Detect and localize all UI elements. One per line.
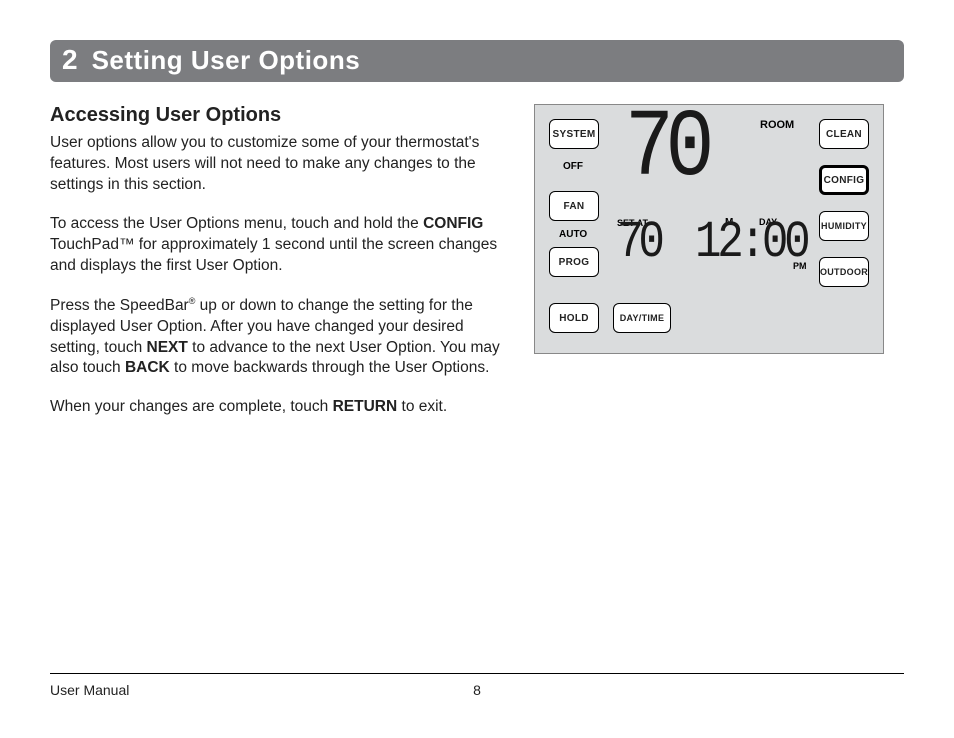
- page-footer: User Manual 8: [50, 673, 904, 698]
- chapter-title: Setting User Options: [92, 45, 361, 76]
- chapter-header-bar: 2 Setting User Options: [50, 40, 904, 82]
- paragraph-1: User options allow you to customize some…: [50, 133, 510, 196]
- text: TouchPad™ for approximately 1 second unt…: [50, 236, 497, 274]
- pm-label: PM: [793, 261, 807, 271]
- content-row: Accessing User Options User options allo…: [50, 104, 904, 436]
- config-button: CONFIG: [819, 165, 869, 195]
- bold-return: RETURN: [333, 398, 398, 415]
- prog-button: PROG: [549, 247, 599, 277]
- system-button: SYSTEM: [549, 119, 599, 149]
- text-column: Accessing User Options User options allo…: [50, 104, 510, 436]
- bold-back: BACK: [125, 359, 170, 376]
- text: Press the SpeedBar: [50, 297, 189, 314]
- humidity-button: HUMIDITY: [819, 211, 869, 241]
- hold-button: HOLD: [549, 303, 599, 333]
- outdoor-button: OUTDOOR: [819, 257, 869, 287]
- clean-button: CLEAN: [819, 119, 869, 149]
- text: to move backwards through the User Optio…: [170, 359, 490, 376]
- off-label: OFF: [563, 161, 583, 172]
- section-heading: Accessing User Options: [50, 104, 510, 127]
- set-temp-display: 70: [617, 217, 660, 269]
- text: To access the User Options menu, touch a…: [50, 215, 423, 232]
- daytime-button: DAY/TIME: [613, 303, 671, 333]
- time-display: 12:00: [695, 217, 806, 269]
- bold-config: CONFIG: [423, 215, 483, 232]
- thermostat-illustration: SYSTEM OFF FAN AUTO PROG HOLD DAY/TIME C…: [534, 104, 884, 354]
- footer-page-number: 8: [467, 682, 487, 698]
- auto-label: AUTO: [559, 229, 587, 240]
- paragraph-4: When your changes are complete, touch RE…: [50, 397, 510, 418]
- text: When your changes are complete, touch: [50, 398, 333, 415]
- fan-button: FAN: [549, 191, 599, 221]
- main-temp-display: 70: [625, 101, 706, 197]
- chapter-number: 2: [62, 44, 78, 76]
- room-label: ROOM: [760, 119, 794, 131]
- text: to exit.: [397, 398, 447, 415]
- bold-next: NEXT: [147, 339, 188, 356]
- paragraph-2: To access the User Options menu, touch a…: [50, 214, 510, 277]
- paragraph-3: Press the SpeedBar® up or down to change…: [50, 295, 510, 380]
